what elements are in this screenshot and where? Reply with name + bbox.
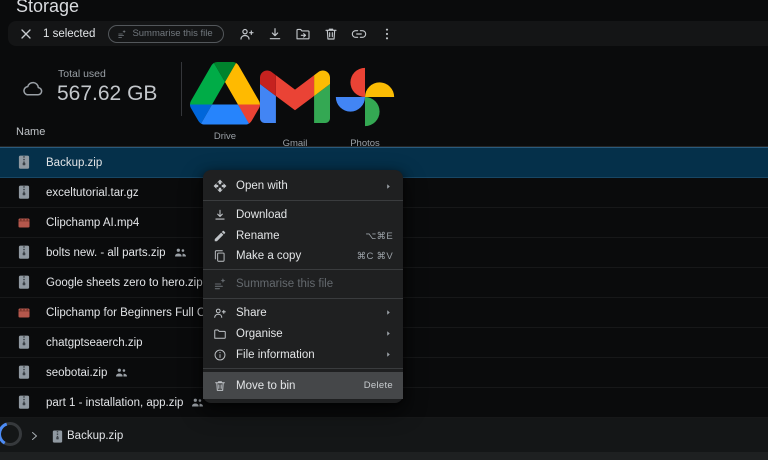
toast-file-name: Backup.zip bbox=[67, 430, 123, 442]
download-icon bbox=[213, 208, 227, 222]
drive-storage-page: Storage 1 selected Summarise this file bbox=[0, 0, 768, 460]
more-options-icon[interactable] bbox=[379, 26, 395, 42]
menu-item-label: Organise bbox=[236, 328, 283, 340]
summarise-button-label: Summarise this file bbox=[132, 28, 212, 39]
menu-item-label: Move to bin bbox=[236, 380, 295, 392]
summary-divider bbox=[181, 62, 182, 116]
zip-file-icon bbox=[18, 186, 30, 199]
menu-item-file-information[interactable]: File information bbox=[203, 344, 403, 365]
download-icon[interactable] bbox=[267, 26, 283, 42]
submenu-arrow-icon bbox=[384, 329, 393, 338]
loading-spinner bbox=[0, 420, 24, 448]
selection-toolbar: 1 selected Summarise this file bbox=[8, 21, 768, 46]
menu-item-share[interactable]: Share bbox=[203, 302, 403, 323]
file-name: Clipchamp AI.mp4 bbox=[46, 217, 139, 229]
menu-item-move-to-bin[interactable]: Move to bin Delete bbox=[203, 372, 403, 399]
photos-logo-icon bbox=[330, 62, 400, 132]
menu-item-summarise-this-file[interactable]: Summarise this file bbox=[203, 273, 403, 295]
total-used-label: Total used bbox=[58, 68, 106, 80]
shared-people-icon bbox=[115, 367, 128, 378]
menu-item-label: Open with bbox=[236, 180, 288, 192]
menu-separator bbox=[203, 200, 403, 201]
zip-file-icon bbox=[18, 246, 30, 259]
file-name: exceltutorial.tar.gz bbox=[46, 187, 139, 199]
selected-count: 1 selected bbox=[43, 28, 95, 40]
info-icon bbox=[213, 348, 227, 362]
video-file-icon bbox=[18, 306, 30, 319]
expand-chevron-icon[interactable] bbox=[28, 430, 40, 442]
add-person-icon bbox=[213, 306, 227, 320]
menu-item-label: Rename bbox=[236, 230, 279, 242]
close-icon[interactable] bbox=[18, 26, 34, 42]
submenu-arrow-icon bbox=[384, 350, 393, 359]
file-name: bolts new. - all parts.zip bbox=[46, 247, 166, 259]
menu-item-label: File information bbox=[236, 349, 315, 361]
shortcut-label: Delete bbox=[364, 380, 393, 391]
add-person-icon[interactable] bbox=[239, 26, 255, 42]
context-menu: Open with Download Rename ⌥⌘E Make a cop… bbox=[203, 170, 403, 403]
submenu-arrow-icon bbox=[384, 308, 393, 317]
shared-people-icon bbox=[174, 247, 187, 258]
file-name: chatgptseaerch.zip bbox=[46, 337, 143, 349]
zip-file-icon bbox=[18, 276, 30, 289]
zip-file-icon bbox=[18, 156, 30, 169]
menu-item-rename[interactable]: Rename ⌥⌘E bbox=[203, 226, 403, 246]
toolbar-actions bbox=[239, 26, 395, 42]
trash-icon bbox=[213, 379, 227, 393]
file-name: Google sheets zero to hero.zip bbox=[46, 277, 203, 289]
open-with-icon bbox=[213, 179, 227, 193]
zip-file-icon bbox=[52, 430, 63, 442]
gmail-logo-icon bbox=[260, 62, 330, 132]
copy-icon bbox=[213, 249, 227, 263]
pencil-icon bbox=[213, 229, 227, 243]
sparkle-icon bbox=[117, 29, 127, 39]
drive-label: Drive bbox=[190, 131, 260, 142]
menu-item-label: Download bbox=[236, 209, 287, 221]
menu-item-label: Summarise this file bbox=[236, 278, 333, 290]
zip-file-icon bbox=[18, 336, 30, 349]
menu-separator bbox=[203, 298, 403, 299]
summarise-file-button[interactable]: Summarise this file bbox=[108, 25, 223, 43]
file-name: part 1 - installation, app.zip bbox=[46, 397, 183, 409]
menu-item-label: Make a copy bbox=[236, 250, 301, 262]
menu-item-label: Share bbox=[236, 307, 267, 319]
bottom-strip bbox=[0, 452, 768, 460]
shortcut-label: ⌘C ⌘V bbox=[357, 251, 393, 262]
shortcut-label: ⌥⌘E bbox=[365, 231, 393, 242]
menu-separator bbox=[203, 368, 403, 369]
menu-item-open-with[interactable]: Open with bbox=[203, 175, 403, 197]
move-to-folder-icon[interactable] bbox=[295, 26, 311, 42]
menu-separator bbox=[203, 269, 403, 270]
zip-file-icon bbox=[18, 366, 30, 379]
total-used-value: 567.62 GB bbox=[57, 82, 157, 106]
menu-item-download[interactable]: Download bbox=[203, 204, 403, 226]
menu-item-organise[interactable]: Organise bbox=[203, 323, 403, 344]
drive-logo-icon bbox=[190, 62, 260, 125]
name-column-header[interactable]: Name bbox=[16, 126, 45, 138]
submenu-arrow-icon bbox=[384, 182, 393, 191]
video-file-icon bbox=[18, 216, 30, 229]
trash-icon[interactable] bbox=[323, 26, 339, 42]
file-name: Backup.zip bbox=[46, 157, 102, 169]
page-title: Storage bbox=[16, 0, 79, 17]
folder-icon bbox=[213, 327, 227, 341]
link-icon[interactable] bbox=[351, 26, 367, 42]
menu-item-make-a-copy[interactable]: Make a copy ⌘C ⌘V bbox=[203, 246, 403, 266]
sparkle-icon bbox=[213, 277, 227, 291]
file-name: seobotai.zip bbox=[46, 367, 107, 379]
drive-usage-tile: Drive 549.92 GB bbox=[190, 62, 260, 159]
cloud-icon bbox=[21, 77, 44, 97]
zip-file-icon bbox=[18, 396, 30, 409]
